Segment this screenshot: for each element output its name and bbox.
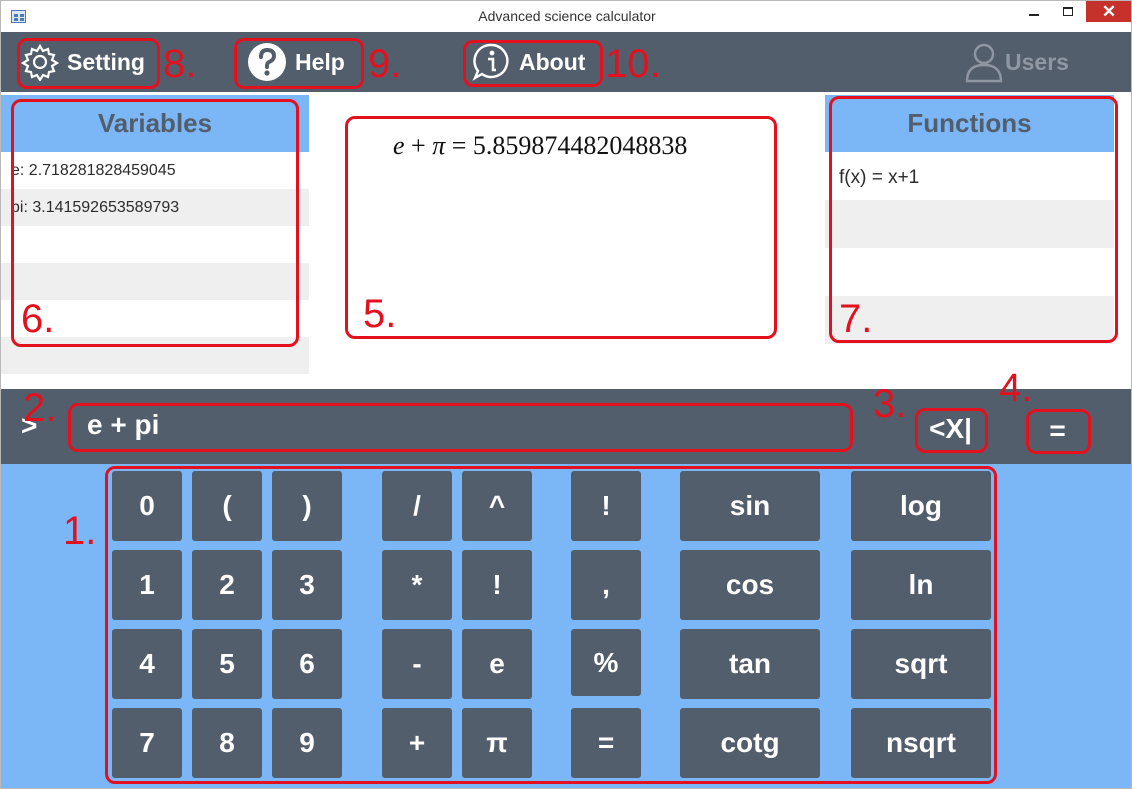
annotation-label-4: 4. xyxy=(999,366,1033,410)
annotation-box-keypad xyxy=(105,466,997,784)
maximize-button[interactable] xyxy=(1054,1,1082,23)
users-button[interactable]: Users xyxy=(965,32,1069,92)
annotation-box-result xyxy=(345,116,777,339)
annotation-label-5: 5. xyxy=(363,292,397,336)
annotation-box-equals xyxy=(1026,409,1091,454)
annotation-label-8: 8. xyxy=(163,42,197,86)
users-label: Users xyxy=(1005,48,1069,75)
user-icon xyxy=(965,43,1003,83)
window-title: Advanced science calculator xyxy=(478,8,656,24)
annotation-label-10: 10. xyxy=(605,42,661,86)
annotation-label-6: 6. xyxy=(21,297,55,341)
minimize-icon xyxy=(1029,14,1039,16)
annotation-box-input xyxy=(68,403,853,452)
annotation-label-1: 1. xyxy=(63,509,97,553)
minimize-button[interactable] xyxy=(1020,1,1048,23)
maximize-icon xyxy=(1063,7,1073,16)
annotation-box-help xyxy=(234,38,364,89)
annotation-label-3: 3. xyxy=(873,382,907,426)
calculator-window: Advanced science calculator ✕ Setting He… xyxy=(0,0,1132,789)
annotation-label-2: 2. xyxy=(23,386,57,430)
close-icon: ✕ xyxy=(1101,2,1117,21)
annotation-box-setting xyxy=(17,38,160,89)
title-bar: Advanced science calculator ✕ xyxy=(1,1,1131,32)
annotation-label-9: 9. xyxy=(368,42,402,86)
annotation-label-7: 7. xyxy=(839,297,873,341)
close-button[interactable]: ✕ xyxy=(1086,1,1131,22)
annotation-box-about xyxy=(463,40,603,87)
annotation-box-backspace xyxy=(915,408,988,453)
